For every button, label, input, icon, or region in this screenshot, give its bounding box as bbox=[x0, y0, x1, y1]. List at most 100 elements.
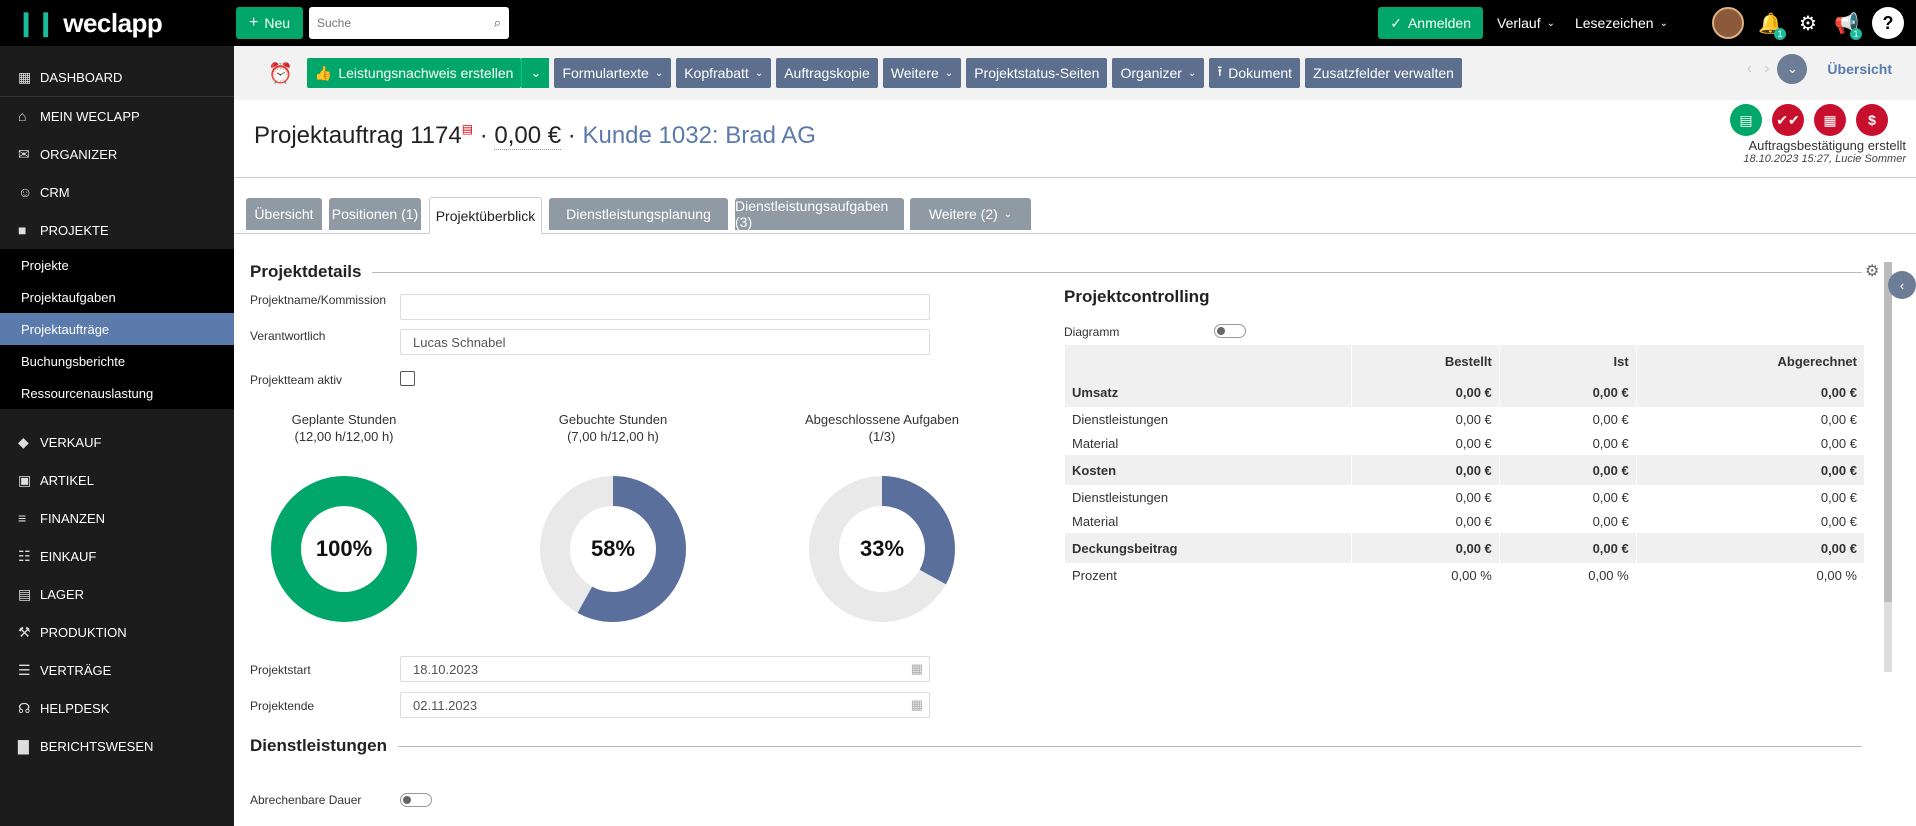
table-cell: 0,00 € bbox=[1636, 407, 1866, 431]
login-button[interactable]: ✓ Anmelden bbox=[1378, 7, 1483, 39]
order-amount[interactable]: 0,00 € bbox=[494, 122, 562, 150]
mail-icon: ✉ bbox=[18, 145, 30, 162]
chevron-left-icon[interactable]: ‹ bbox=[1747, 60, 1752, 78]
pdf-icon[interactable]: ▤ bbox=[462, 122, 473, 136]
donut-percent-booked: 58% bbox=[591, 536, 635, 561]
column-header: Ist bbox=[1499, 345, 1637, 377]
document-status-icon[interactable]: ▤ bbox=[1730, 104, 1762, 136]
sidebar-item-dashboard[interactable]: ▦ Dashboard bbox=[0, 58, 234, 96]
table-cell: 0,00 € bbox=[1636, 377, 1866, 407]
search-input[interactable] bbox=[317, 16, 494, 30]
sidebar-item-projekte[interactable]: ■ Projekte bbox=[0, 211, 234, 249]
project-start-field[interactable]: 18.10.2023 ▦ bbox=[400, 656, 930, 682]
chevron-right-icon[interactable]: › bbox=[1764, 60, 1769, 78]
create-proof-dropdown[interactable]: ⌄ bbox=[521, 58, 550, 88]
tab-projektueberblick[interactable]: Projektüberblick bbox=[429, 197, 542, 234]
project-end-field[interactable]: 02.11.2023 ▦ bbox=[400, 692, 930, 718]
bookmarks-menu[interactable]: Lesezeichen ⌄ bbox=[1575, 15, 1668, 31]
scrollbar[interactable] bbox=[1884, 262, 1892, 672]
sidebar-item-produktion[interactable]: ⚒ Produktion bbox=[0, 613, 234, 651]
sidebar-subitem-projekte[interactable]: Projekte bbox=[0, 249, 234, 281]
expand-button[interactable]: ⌄ bbox=[1777, 54, 1808, 84]
status-text: Auftragsbestätigung erstellt 18.10.2023 … bbox=[1743, 138, 1906, 165]
manage-extra-fields-button[interactable]: Zusatzfelder verwalten bbox=[1305, 58, 1462, 88]
gear-icon[interactable]: ⚙ bbox=[1865, 261, 1879, 281]
sidebar-item-berichtswesen[interactable]: ▇ Berichtswesen bbox=[0, 727, 234, 765]
avatar[interactable] bbox=[1712, 7, 1744, 39]
tab-weitere[interactable]: Weitere (2) ⌄ bbox=[910, 198, 1031, 230]
main-content: ⏰ 👍 Leistungsnachweis erstellen ⌄ Formula… bbox=[234, 46, 1916, 826]
table-cell: 0,00 € bbox=[1499, 377, 1637, 407]
tab-uebersicht[interactable]: Übersicht bbox=[246, 198, 322, 230]
sidebar-subitem-ressourcenauslastung[interactable]: Ressourcenauslastung bbox=[0, 377, 234, 409]
project-status-pages-button[interactable]: Projektstatus-Seiten bbox=[966, 58, 1108, 88]
box-icon: ▣ bbox=[18, 471, 32, 488]
sidebar-item-lager[interactable]: ▤ Lager bbox=[0, 575, 234, 613]
create-proof-button[interactable]: 👍 Leistungsnachweis erstellen bbox=[306, 58, 522, 88]
form-texts-button[interactable]: Formulartexte ⌄ bbox=[554, 58, 672, 88]
chevron-down-icon: ⌄ bbox=[1187, 67, 1197, 79]
sidebar-subitem-projektaufgaben[interactable]: Projektaufgaben bbox=[0, 281, 234, 313]
history-menu[interactable]: Verlauf ⌄ bbox=[1497, 15, 1555, 31]
more-button[interactable]: Weitere ⌄ bbox=[882, 58, 962, 88]
chevron-down-icon: ⌄ bbox=[944, 67, 954, 79]
billable-duration-toggle[interactable] bbox=[400, 793, 432, 807]
document-button[interactable]: ⭱ Dokument bbox=[1209, 58, 1301, 88]
overview-link[interactable]: Übersicht bbox=[1827, 61, 1892, 77]
sidebar-item-finanzen[interactable]: ≡ Finanzen bbox=[0, 499, 234, 537]
table-cell: 0,00 € bbox=[1636, 485, 1866, 509]
sidebar-item-crm[interactable]: ☺ CRM bbox=[0, 173, 234, 211]
table-cell: 0,00 € bbox=[1351, 485, 1500, 509]
calendar-icon[interactable]: ▦ bbox=[911, 661, 923, 677]
sidebar-subitem-buchungsberichte[interactable]: Buchungsberichte bbox=[0, 345, 234, 377]
collapse-panel-button[interactable]: ‹ bbox=[1888, 271, 1916, 299]
headset-icon: ☊ bbox=[18, 699, 31, 716]
scrollbar-thumb[interactable] bbox=[1884, 262, 1892, 602]
responsible-field[interactable]: Lucas Schnabel bbox=[400, 329, 930, 355]
tab-dienstleistungsplanung[interactable]: Dienstleistungsplanung bbox=[549, 198, 728, 230]
donut-title-planned: Geplante Stunden (12,00 h/12,00 h) bbox=[291, 412, 397, 444]
diagram-label: Diagramm bbox=[1064, 325, 1120, 339]
sidebar-item-artikel[interactable]: ▣ Artikel bbox=[0, 461, 234, 499]
sidebar-subitem-projektauftraege[interactable]: Projektaufträge bbox=[0, 313, 234, 345]
tab-dienstleistungsaufgaben[interactable]: Dienstleistungsaufgaben (3) bbox=[735, 198, 904, 230]
header-discount-button[interactable]: Kopfrabatt ⌄ bbox=[676, 58, 772, 88]
help-button[interactable]: ? bbox=[1872, 7, 1904, 39]
table-cell: Material bbox=[1065, 509, 1352, 533]
sidebar-item-verkauf[interactable]: ◆ Verkauf bbox=[0, 423, 234, 461]
sidebar-item-vertraege[interactable]: ☰ Verträge bbox=[0, 651, 234, 689]
calendar-icon[interactable]: ▦ bbox=[911, 697, 923, 713]
sidebar-item-mein-weclapp[interactable]: ⌂ Mein weclapp bbox=[0, 97, 234, 135]
dollar-icon[interactable]: $ bbox=[1856, 104, 1888, 136]
search-box[interactable]: ⌕ bbox=[309, 7, 509, 39]
table-group-row: Kosten 0,00 €0,00 €0,00 € bbox=[1065, 455, 1866, 485]
project-name-field[interactable] bbox=[400, 294, 930, 320]
divider bbox=[398, 746, 1862, 747]
dashboard-icon: ▦ bbox=[18, 68, 32, 85]
donut-chart-booked: 58% bbox=[540, 476, 686, 622]
double-check-icon[interactable]: ✔✔ bbox=[1772, 104, 1804, 136]
sidebar-item-organizer[interactable]: ✉ Organizer bbox=[0, 135, 234, 173]
invoice-icon[interactable]: ▦ bbox=[1814, 104, 1846, 136]
project-team-checkbox[interactable] bbox=[400, 371, 415, 386]
megaphone-icon[interactable]: 📢 1 bbox=[1834, 11, 1862, 40]
table-cell: 0,00 % bbox=[1499, 563, 1637, 587]
tab-positionen[interactable]: Positionen (1) bbox=[329, 198, 421, 230]
alarm-clock-icon[interactable]: ⏰ bbox=[268, 61, 293, 86]
new-button[interactable]: + Neu bbox=[236, 7, 303, 39]
search-icon[interactable]: ⌕ bbox=[494, 15, 501, 31]
tag-icon: ◆ bbox=[18, 433, 29, 450]
bell-icon[interactable]: 🔔 1 bbox=[1758, 11, 1786, 40]
order-copy-button[interactable]: Auftragskopie bbox=[776, 58, 878, 88]
diagram-toggle[interactable] bbox=[1214, 324, 1246, 338]
gear-icon[interactable]: ⚙ bbox=[1796, 11, 1820, 36]
check-icon: ✓ bbox=[1390, 14, 1402, 31]
sidebar-item-einkauf[interactable]: ☷ Einkauf bbox=[0, 537, 234, 575]
organizer-button[interactable]: Organizer ⌄ bbox=[1112, 58, 1205, 88]
customer-link[interactable]: Kunde 1032: Brad AG bbox=[582, 122, 816, 149]
logo[interactable]: ❙❙ weclapp bbox=[0, 8, 236, 39]
upload-icon: ⭱ bbox=[1217, 63, 1223, 79]
table-header-row: Bestellt Ist Abgerechnet bbox=[1065, 345, 1866, 377]
sidebar-item-helpdesk[interactable]: ☊ Helpdesk bbox=[0, 689, 234, 727]
donut-percent-planned: 100% bbox=[316, 536, 372, 561]
